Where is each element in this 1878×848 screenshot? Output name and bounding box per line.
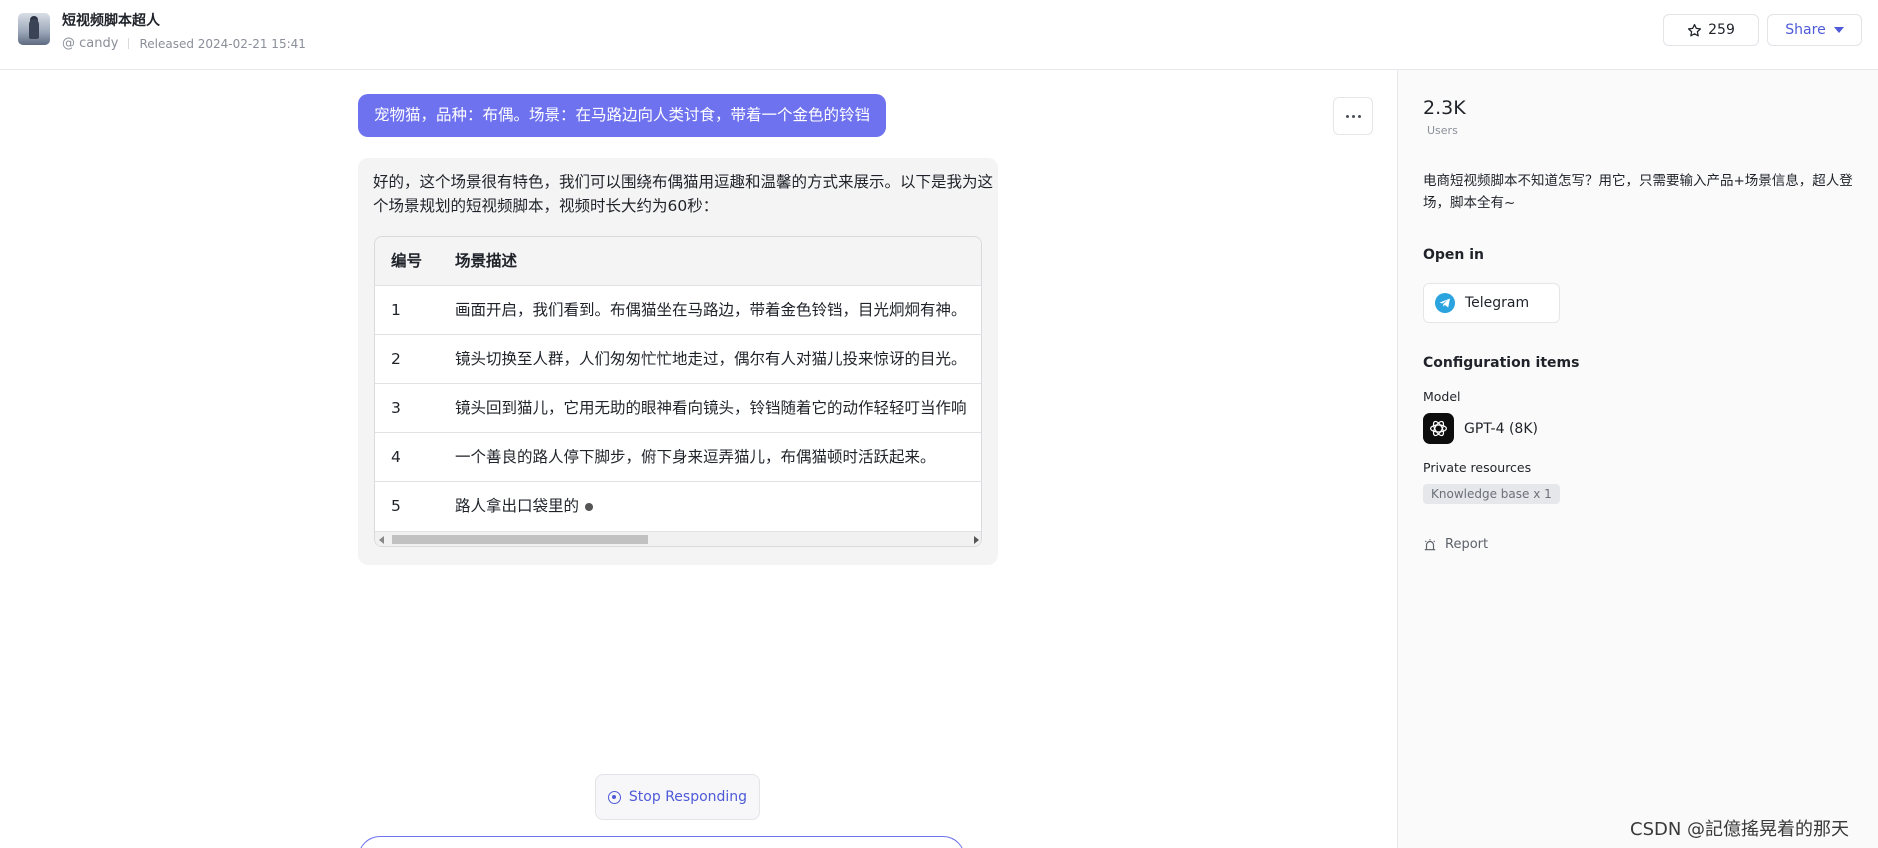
model-info: GPT-4 (8K) [1423, 413, 1538, 444]
users-count: 2.3K [1423, 97, 1466, 119]
row-number: 5 [391, 497, 401, 515]
app-title: 短视频脚本超人 [62, 13, 160, 29]
scrollbar-thumb[interactable] [392, 535, 648, 544]
chevron-down-icon [1833, 27, 1844, 33]
row-scene-streaming: 路人拿出口袋里的 [455, 482, 594, 531]
avatar-figure-body [29, 19, 39, 39]
header-scene: 场景描述 [455, 252, 518, 270]
star-button[interactable]: 259 [1663, 14, 1759, 46]
config-title: Configuration items [1423, 355, 1580, 371]
stop-responding-button[interactable]: Stop Responding [595, 774, 760, 820]
share-label: Share [1785, 22, 1826, 38]
users-label: Users [1427, 124, 1458, 137]
star-count: 259 [1708, 22, 1735, 38]
model-label: Model [1423, 389, 1461, 404]
knowledge-base-badge: Knowledge base x 1 [1423, 484, 1560, 504]
app-meta: @ candy Released 2024-02-21 15:41 [62, 36, 306, 51]
more-dot-icon [1345, 114, 1349, 118]
app-avatar[interactable] [18, 13, 50, 45]
table-horizontal-scrollbar[interactable] [375, 531, 981, 546]
table-row: 1 画面开启，我们看到。布偶猫坐在马路边，带着金色铃铛，目光炯炯有神。 [375, 286, 981, 335]
scroll-right-arrow-icon[interactable] [974, 536, 979, 544]
row-number: 2 [391, 350, 401, 368]
row-number: 3 [391, 399, 401, 417]
table-header-row: 编号 场景描述 [375, 237, 981, 286]
typing-indicator-icon [585, 502, 594, 511]
share-button[interactable]: Share [1767, 14, 1862, 46]
openai-icon [1423, 413, 1454, 444]
model-name: GPT-4 (8K) [1464, 420, 1538, 437]
row-number: 4 [391, 448, 401, 466]
stop-label: Stop Responding [628, 789, 748, 805]
chat-area: 宠物猫，品种：布偶。场景：在马路边向人类讨食，带着一个金色的铃铛 好的，这个场景… [0, 70, 1397, 848]
table-row: 4 一个善良的路人停下脚步，俯下身来逗弄猫儿，布偶猫顿时活跃起来。 [375, 433, 981, 482]
row-scene: 路人拿出口袋里的 [455, 497, 580, 515]
stop-circle-icon [607, 790, 621, 804]
more-dot-icon [1351, 114, 1355, 118]
csdn-watermark: CSDN @記億搖晃着的那天 [1630, 819, 1850, 840]
row-scene: 镜头回到猫儿，它用无助的眼神看向镜头，铃铛随着它的动作轻轻叮当作响 [455, 399, 967, 417]
report-label: Report [1445, 537, 1489, 552]
table-row: 3 镜头回到猫儿，它用无助的眼神看向镜头，铃铛随着它的动作轻轻叮当作响 [375, 384, 981, 433]
open-in-telegram-button[interactable]: Telegram [1423, 283, 1560, 323]
release-date: Released 2024-02-21 15:41 [139, 36, 306, 51]
row-scene: 一个善良的路人停下脚步，俯下身来逗弄猫儿，布偶猫顿时活跃起来。 [455, 448, 936, 466]
row-number: 1 [391, 301, 401, 319]
more-dot-icon [1357, 114, 1361, 118]
telegram-label: Telegram [1465, 295, 1530, 311]
scroll-left-arrow-icon[interactable] [379, 536, 384, 544]
report-button[interactable]: Report [1423, 537, 1488, 552]
table-row: 5 路人拿出口袋里的 [375, 482, 981, 531]
header-number: 编号 [391, 252, 423, 270]
app-description: 电商短视频脚本不知道怎写？用它，只需要输入产品+场景信息，超人登场，脚本全有~ [1423, 173, 1853, 211]
meta-divider [128, 38, 130, 49]
app-header: 短视频脚本超人 @ candy Released 2024-02-21 15:4… [0, 0, 1878, 70]
user-message: 宠物猫，品种：布偶。场景：在马路边向人类讨食，带着一个金色的铃铛 [358, 94, 887, 137]
alarm-icon [1424, 538, 1436, 550]
table-row: 2 镜头切换至人群，人们匆匆忙忙地走过，偶尔有人对猫儿投来惊讶的目光。 [375, 335, 981, 384]
script-table: 编号 场景描述 1 画面开启，我们看到。布偶猫坐在马路边，带着金色铃铛，目光炯炯… [374, 236, 982, 547]
bot-intro-text: 好的，这个场景很有特色，我们可以围绕布偶猫用逗趣和温馨的方式来展示。以下是我为这… [373, 173, 994, 215]
private-resources-label: Private resources [1423, 460, 1532, 475]
open-in-title: Open in [1423, 247, 1485, 263]
message-input[interactable] [358, 836, 965, 848]
author-link[interactable]: @ candy [62, 36, 118, 51]
row-scene: 画面开启，我们看到。布偶猫坐在马路边，带着金色铃铛，目光炯炯有神。 [455, 301, 967, 319]
app-info-panel: 2.3K Users 电商短视频脚本不知道怎写？用它，只需要输入产品+场景信息，… [1397, 70, 1878, 848]
row-scene: 镜头切换至人群，人们匆匆忙忙地走过，偶尔有人对猫儿投来惊讶的目光。 [455, 350, 967, 368]
telegram-icon [1435, 293, 1455, 313]
bot-message: 好的，这个场景很有特色，我们可以围绕布偶猫用逗趣和温馨的方式来展示。以下是我为这… [358, 158, 998, 565]
star-icon [1688, 23, 1702, 36]
more-options-button[interactable] [1333, 97, 1373, 135]
